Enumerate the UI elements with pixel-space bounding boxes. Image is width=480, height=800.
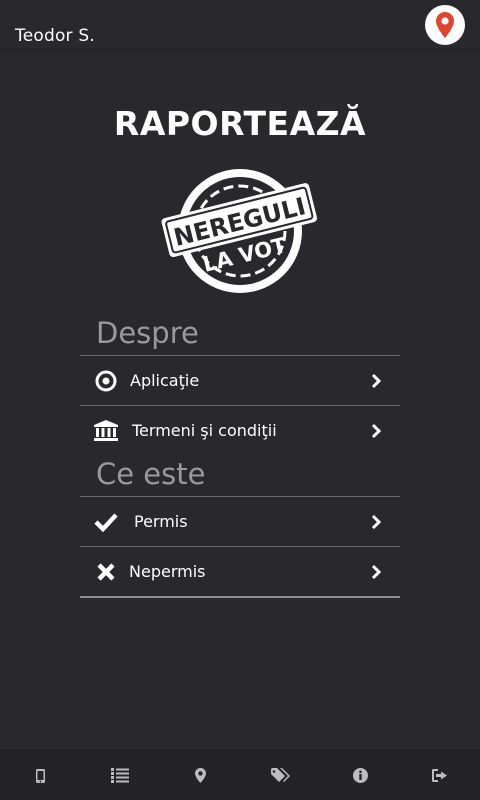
sign-out-icon bbox=[432, 769, 447, 782]
menu-item-aplicatie[interactable]: Aplicaţie bbox=[80, 355, 400, 405]
map-pin-icon bbox=[436, 12, 454, 38]
tags-icon bbox=[270, 768, 290, 782]
tab-list[interactable] bbox=[80, 751, 160, 800]
tab-sign-out[interactable] bbox=[400, 751, 480, 800]
section-heading-ce-este: Ce este bbox=[96, 457, 206, 491]
check-icon bbox=[94, 510, 118, 534]
chevron-right-icon bbox=[371, 514, 382, 530]
page-title: RAPORTEAZĂ bbox=[113, 104, 367, 143]
target-icon bbox=[94, 369, 118, 393]
map-button[interactable] bbox=[425, 5, 465, 45]
menu-item-termeni[interactable]: Termeni şi condiţii bbox=[80, 405, 400, 455]
chevron-right-icon bbox=[371, 564, 382, 580]
section-heading-despre: Despre bbox=[96, 316, 199, 350]
menu-item-label: Termeni şi condiţii bbox=[132, 421, 277, 440]
tab-mobile[interactable] bbox=[0, 751, 80, 800]
menu-item-label: Nepermis bbox=[129, 562, 206, 581]
top-bar: Teodor S. bbox=[0, 0, 480, 50]
menu-item-permis[interactable]: Permis bbox=[80, 496, 400, 546]
info-icon bbox=[352, 768, 368, 783]
chevron-right-icon bbox=[371, 423, 382, 439]
list-divider bbox=[80, 596, 400, 598]
menu-item-label: Aplicaţie bbox=[130, 371, 200, 390]
chevron-right-icon bbox=[371, 373, 382, 389]
tab-info[interactable] bbox=[320, 751, 400, 800]
map-marker-icon bbox=[194, 768, 206, 783]
list-icon bbox=[111, 768, 129, 783]
menu-item-label: Permis bbox=[134, 512, 188, 531]
institution-icon bbox=[94, 419, 118, 443]
bottom-tab-bar bbox=[0, 750, 480, 800]
times-icon bbox=[94, 560, 118, 584]
tab-map[interactable] bbox=[160, 751, 240, 800]
nereguli-la-vot-logo: NEREGULI LA VOT bbox=[161, 169, 318, 293]
username: Teodor S. bbox=[15, 26, 95, 46]
menu-item-nepermis[interactable]: Nepermis bbox=[80, 546, 400, 596]
mobile-icon bbox=[35, 768, 45, 783]
tab-tags[interactable] bbox=[240, 751, 320, 800]
